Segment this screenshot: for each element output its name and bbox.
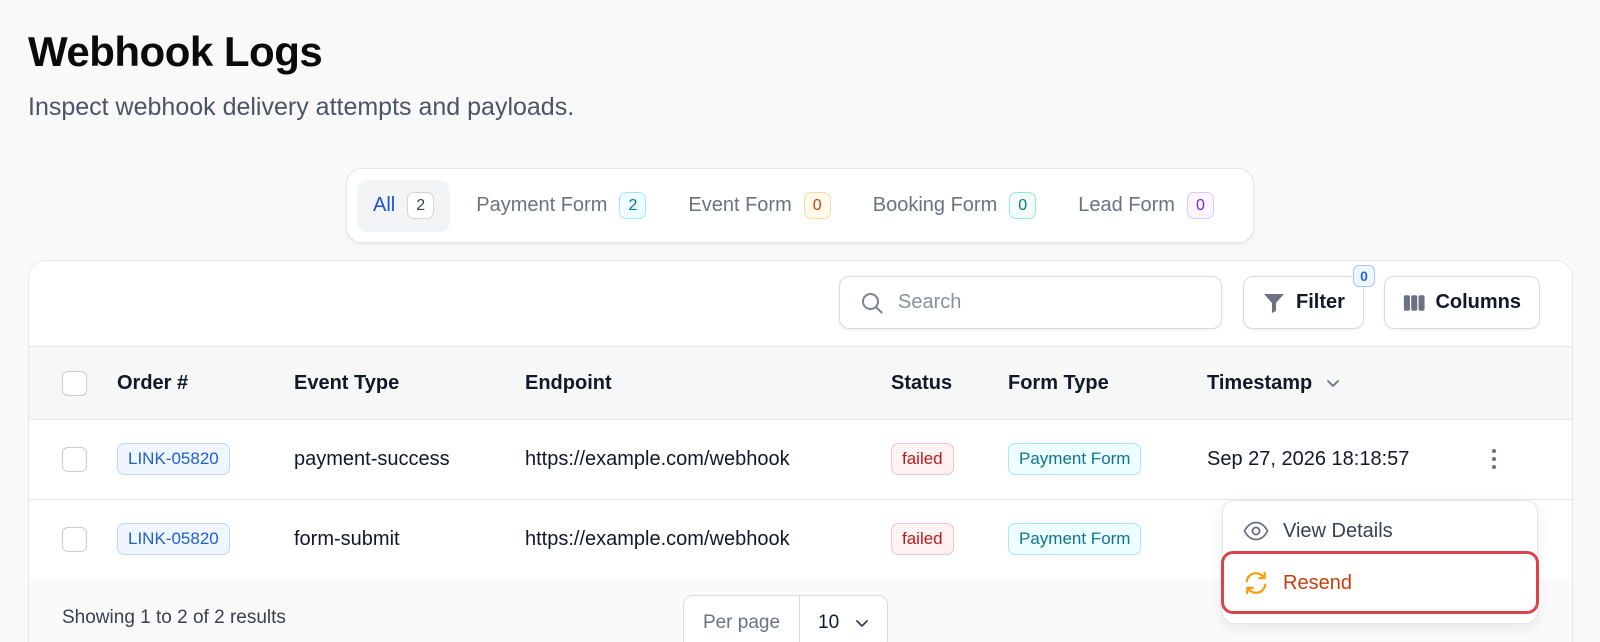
chevron-down-icon <box>1327 380 1340 387</box>
endpoint-cell: https://example.com/webhook <box>525 527 790 550</box>
column-header-event-type[interactable]: Event Type <box>294 347 399 419</box>
event-type-cell: form-submit <box>294 527 400 550</box>
event-type-cell: payment-success <box>294 447 450 470</box>
row-checkbox[interactable] <box>62 447 87 472</box>
status-cell: failed <box>891 500 954 578</box>
tab-lead-form[interactable]: Lead Form 0 <box>1062 180 1230 232</box>
form-type-cell: Payment Form <box>1008 500 1142 578</box>
page-title: Webhook Logs <box>28 28 323 75</box>
columns-icon <box>1403 294 1425 311</box>
table-row: LINK-05820 payment-success https://examp… <box>29 420 1572 500</box>
search-input[interactable] <box>898 291 1198 314</box>
tab-booking-form[interactable]: Booking Form 0 <box>857 180 1053 232</box>
chevron-down-icon <box>856 620 868 627</box>
tab-event-form[interactable]: Event Form 0 <box>672 180 846 232</box>
eye-icon <box>1243 521 1269 541</box>
filter-count-badge: 0 <box>1353 265 1375 287</box>
menu-item-label: View Details <box>1283 519 1393 542</box>
form-type-tabs: All 2 Payment Form 2 Event Form 0 Bookin… <box>346 168 1254 243</box>
column-header-timestamp[interactable]: Timestamp <box>1207 347 1342 419</box>
tab-count-badge: 0 <box>1009 192 1037 219</box>
column-header-label: Timestamp <box>1207 371 1313 394</box>
search-box[interactable] <box>839 276 1222 329</box>
form-type-badge: Payment Form <box>1008 443 1142 475</box>
tab-label: Event Form <box>688 194 792 216</box>
column-header-form-type[interactable]: Form Type <box>1008 347 1109 419</box>
tab-payment-form[interactable]: Payment Form 2 <box>460 180 662 232</box>
per-page-control: Per page 10 <box>683 595 888 642</box>
more-vertical-icon[interactable] <box>1484 444 1504 474</box>
status-badge: failed <box>891 523 954 555</box>
results-summary: Showing 1 to 2 of 2 results <box>62 607 286 628</box>
per-page-label: Per page <box>684 596 800 642</box>
tab-label: All <box>373 194 396 216</box>
order-cell: LINK-05820 <box>117 420 230 498</box>
column-header-status[interactable]: Status <box>891 347 952 419</box>
row-checkbox[interactable] <box>62 527 87 552</box>
columns-label: Columns <box>1435 291 1521 313</box>
tab-label: Booking Form <box>872 194 998 216</box>
form-type-cell: Payment Form <box>1008 420 1142 498</box>
per-page-select[interactable]: 10 <box>800 612 887 634</box>
page-subtitle: Inspect webhook delivery attempts and pa… <box>28 93 575 121</box>
status-badge: failed <box>891 443 954 475</box>
timestamp-cell: Sep 27, 2026 18:18:57 <box>1207 447 1410 470</box>
filter-button[interactable]: Filter <box>1243 276 1364 329</box>
tab-count-badge: 2 <box>407 192 435 219</box>
tab-count-badge: 2 <box>619 192 647 219</box>
table-header: Order # Event Type Endpoint Status Form … <box>29 346 1572 420</box>
order-link[interactable]: LINK-05820 <box>117 443 230 475</box>
tab-count-badge: 0 <box>1186 192 1214 219</box>
filter-label: Filter <box>1296 291 1345 313</box>
refresh-icon <box>1245 571 1267 595</box>
form-type-badge: Payment Form <box>1008 523 1142 555</box>
row-actions-menu: View Details Resend <box>1222 500 1538 624</box>
tab-label: Lead Form <box>1078 194 1175 216</box>
menu-item-label: Resend <box>1283 571 1352 594</box>
row-actions-cell <box>1484 420 1504 498</box>
status-cell: failed <box>891 420 954 498</box>
tab-count-badge: 0 <box>803 192 831 219</box>
search-icon <box>862 292 883 313</box>
order-cell: LINK-05820 <box>117 500 230 578</box>
column-header-order[interactable]: Order # <box>117 347 188 419</box>
columns-button[interactable]: Columns <box>1384 276 1540 329</box>
select-all-checkbox[interactable] <box>62 371 87 396</box>
view-details-menu-item[interactable]: View Details <box>1223 505 1537 557</box>
tab-label: Payment Form <box>476 194 608 216</box>
column-header-endpoint[interactable]: Endpoint <box>525 347 612 419</box>
order-link[interactable]: LINK-05820 <box>117 523 230 555</box>
per-page-value: 10 <box>818 612 840 633</box>
tab-all[interactable]: All 2 <box>357 179 451 232</box>
endpoint-cell: https://example.com/webhook <box>525 447 790 470</box>
table-toolbar: Filter 0 Columns <box>29 261 1572 346</box>
resend-menu-item[interactable]: Resend <box>1223 557 1537 609</box>
funnel-icon <box>1264 293 1284 313</box>
